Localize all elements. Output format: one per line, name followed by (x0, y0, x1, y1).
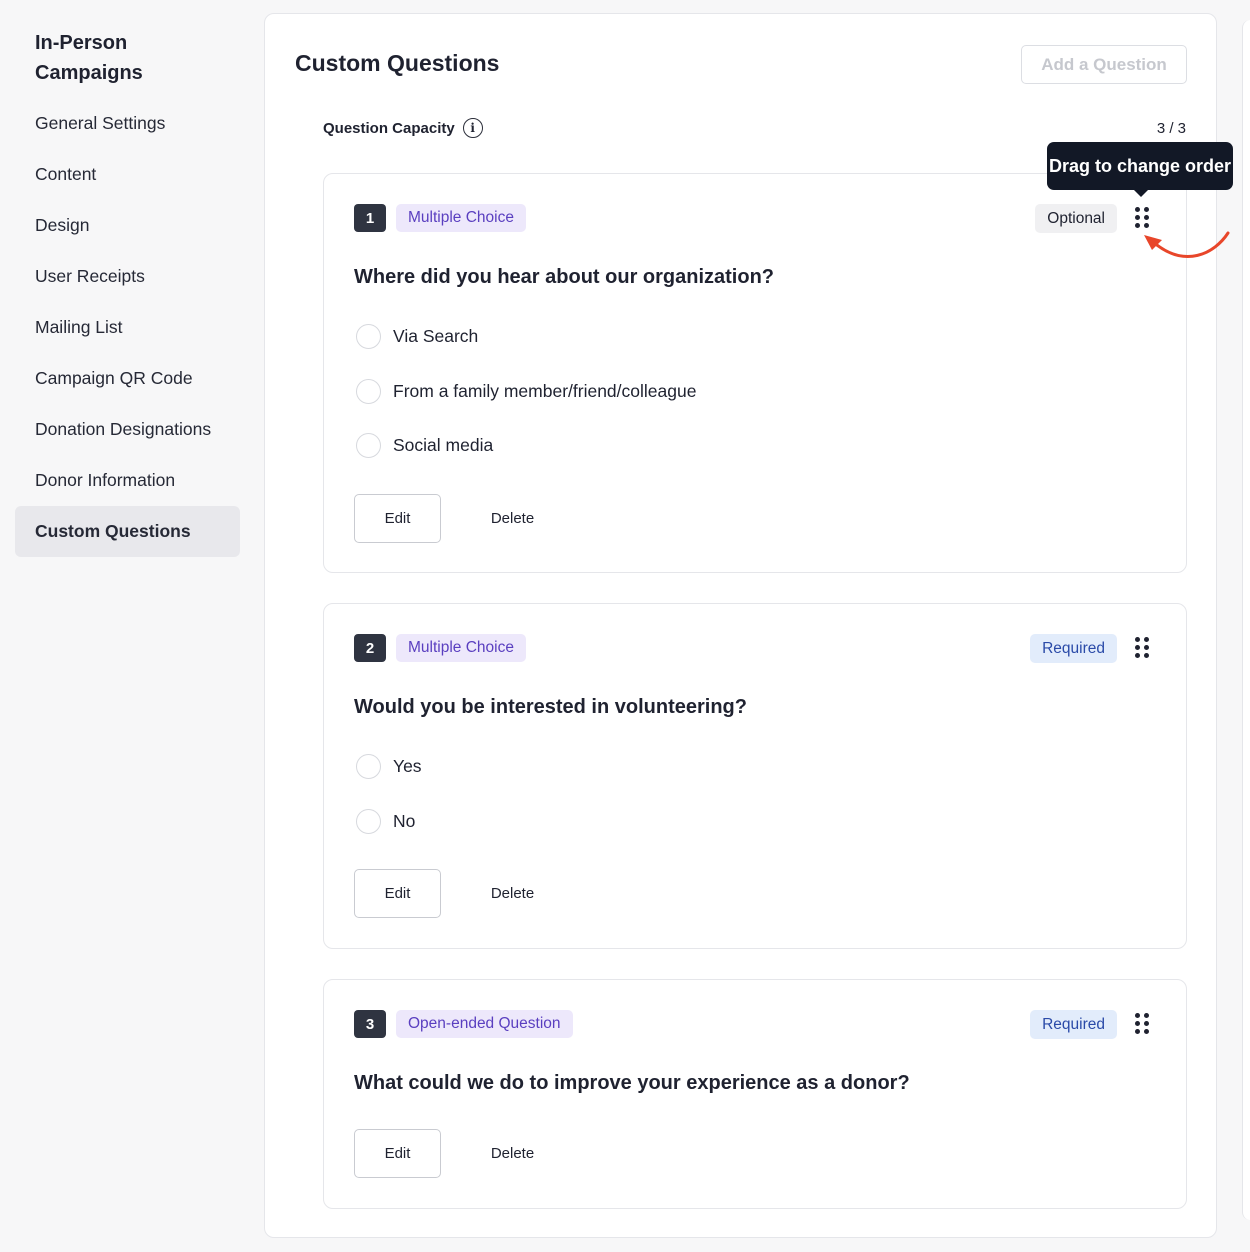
question-number-badge: 2 (354, 634, 386, 662)
answer-option[interactable]: Yes (356, 754, 422, 779)
question-type-tag: Multiple Choice (396, 204, 526, 232)
question-number-badge: 3 (354, 1010, 386, 1038)
question-header: 1 Multiple Choice (354, 204, 526, 232)
answer-option[interactable]: Via Search (356, 324, 478, 349)
custom-questions-panel: Custom Questions Add a Question Question… (264, 13, 1217, 1238)
question-text: What could we do to improve your experie… (354, 1072, 910, 1094)
question-status-badge: Required (1030, 634, 1117, 663)
question-capacity-count: 3 / 3 (1156, 120, 1186, 137)
delete-question-button[interactable]: Delete (460, 869, 565, 918)
sidebar-item-design[interactable]: Design (15, 200, 240, 251)
drag-handle-icon[interactable] (1135, 1013, 1149, 1035)
question-number-badge: 1 (354, 204, 386, 232)
answer-option-label: Social media (393, 435, 494, 455)
sidebar-item-donor-information[interactable]: Donor Information (15, 455, 240, 506)
question-card-3: 3 Open-ended Question Required What coul… (323, 979, 1187, 1209)
answer-option-label: Yes (393, 756, 422, 776)
delete-question-button[interactable]: Delete (460, 1129, 565, 1178)
radio-button[interactable] (356, 809, 381, 834)
annotation-arrow-icon (1144, 231, 1230, 258)
question-type-tag: Open-ended Question (396, 1010, 573, 1038)
drag-tooltip: Drag to change order (1047, 142, 1233, 197)
sidebar-item-custom-questions[interactable]: Custom Questions (15, 506, 240, 557)
sidebar-title: In-Person Campaigns (35, 32, 143, 84)
question-text: Where did you hear about our organizatio… (354, 266, 775, 288)
answer-option[interactable]: No (356, 809, 415, 834)
drag-handle-icon[interactable] (1135, 637, 1149, 659)
radio-button[interactable] (356, 379, 381, 404)
answer-option-label: Via Search (393, 326, 479, 346)
edit-question-button[interactable]: Edit (354, 494, 441, 543)
answer-option-label: From a family member/friend/colleague (393, 381, 697, 401)
question-header: 3 Open-ended Question (354, 1010, 573, 1038)
sidebar-item-user-receipts[interactable]: User Receipts (15, 251, 240, 302)
answer-option[interactable]: From a family member/friend/colleague (356, 379, 696, 404)
question-card-2: 2 Multiple Choice Required Would you be … (323, 603, 1187, 949)
answer-option-label: No (393, 811, 416, 831)
edit-question-button[interactable]: Edit (354, 869, 441, 918)
question-status-badge: Required (1030, 1010, 1117, 1039)
delete-question-button[interactable]: Delete (460, 494, 565, 543)
sidebar-item-donation-designations[interactable]: Donation Designations (15, 404, 240, 455)
adjacent-panel-edge (1242, 20, 1250, 1220)
settings-sidebar: In-Person Campaigns General Settings Con… (15, 28, 240, 557)
sidebar-item-general-settings[interactable]: General Settings (15, 98, 240, 149)
question-text: Would you be interested in volunteering? (354, 696, 747, 718)
add-question-button[interactable]: Add a Question (1021, 45, 1187, 84)
question-status-badge: Optional (1035, 204, 1117, 233)
answer-option[interactable]: Social media (356, 433, 493, 458)
sidebar-item-mailing-list[interactable]: Mailing List (15, 302, 240, 353)
radio-button[interactable] (356, 324, 381, 349)
radio-button[interactable] (356, 754, 381, 779)
info-icon[interactable]: i (462, 118, 483, 138)
sidebar-item-content[interactable]: Content (15, 149, 240, 200)
radio-button[interactable] (356, 433, 381, 458)
question-capacity: Question Capacity i (323, 118, 483, 138)
question-header: 2 Multiple Choice (354, 634, 526, 662)
question-card-1: 1 Multiple Choice Optional Where did you… (323, 173, 1187, 573)
sidebar-item-campaign-qr-code[interactable]: Campaign QR Code (15, 353, 240, 404)
question-capacity-label: Question Capacity (323, 119, 455, 137)
edit-question-button[interactable]: Edit (354, 1129, 441, 1178)
question-type-tag: Multiple Choice (396, 634, 526, 662)
page-title: Custom Questions (295, 50, 500, 76)
